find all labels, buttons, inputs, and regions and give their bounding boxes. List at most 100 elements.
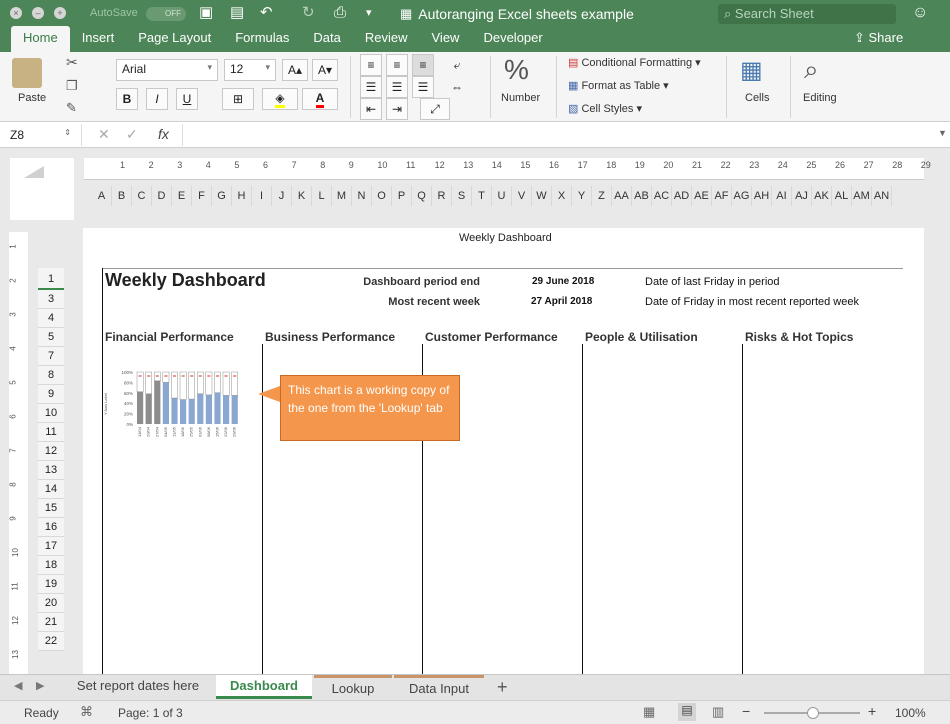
section-risks[interactable]: Risks & Hot Topics: [745, 330, 853, 344]
column-header[interactable]: H: [232, 186, 252, 206]
section-customer[interactable]: Customer Performance: [425, 330, 558, 344]
row-header[interactable]: 7: [38, 347, 64, 366]
select-all-corner[interactable]: [10, 158, 74, 220]
column-header[interactable]: B: [112, 186, 132, 206]
recent-week-value[interactable]: 27 April 2018: [531, 296, 592, 307]
font-size-select[interactable]: 12 ▾: [224, 59, 276, 81]
row-header[interactable]: 9: [38, 385, 64, 404]
recent-week-note[interactable]: Date of Friday in most recent reported w…: [645, 296, 859, 308]
borders-button[interactable]: ⊞: [222, 88, 254, 110]
tab-insert[interactable]: Insert: [70, 26, 127, 52]
section-business[interactable]: Business Performance: [265, 330, 395, 344]
enter-icon[interactable]: ✓: [126, 126, 138, 143]
cells-button[interactable]: Cells: [745, 92, 769, 104]
save-icon[interactable]: ▤: [230, 4, 244, 22]
insert-function-button[interactable]: fx: [158, 126, 169, 142]
column-header[interactable]: AI: [772, 186, 792, 206]
period-end-value[interactable]: 29 June 2018: [532, 276, 594, 287]
column-header[interactable]: Q: [412, 186, 432, 206]
column-header[interactable]: K: [292, 186, 312, 206]
minimize-window-button[interactable]: –: [32, 7, 44, 19]
fill-color-button[interactable]: ◈: [262, 88, 298, 110]
column-header[interactable]: L: [312, 186, 332, 206]
row-header[interactable]: 10: [38, 404, 64, 423]
column-header[interactable]: P: [392, 186, 412, 206]
normal-view-icon[interactable]: ▦: [643, 704, 655, 720]
macro-record-icon[interactable]: ⌘: [80, 704, 93, 720]
column-header[interactable]: N: [352, 186, 372, 206]
column-header[interactable]: AG: [732, 186, 752, 206]
autosave-toggle[interactable]: OFF: [146, 7, 186, 21]
formula-input[interactable]: [182, 124, 922, 146]
sheet-title[interactable]: Weekly Dashboard: [105, 270, 266, 291]
column-header[interactable]: AJ: [792, 186, 812, 206]
column-header[interactable]: J: [272, 186, 292, 206]
align-left-button[interactable]: ☰: [360, 76, 382, 98]
align-center-button[interactable]: ☰: [386, 76, 408, 98]
align-middle-button[interactable]: ≡: [386, 54, 408, 76]
decrease-indent-button[interactable]: ⇤: [360, 98, 382, 120]
editing-button[interactable]: Editing: [803, 92, 837, 104]
tab-formulas[interactable]: Formulas: [223, 26, 301, 52]
scroll-left-icon[interactable]: ◀: [14, 679, 22, 692]
column-header[interactable]: V: [512, 186, 532, 206]
column-header[interactable]: X: [552, 186, 572, 206]
tab-review[interactable]: Review: [353, 26, 420, 52]
column-header[interactable]: S: [452, 186, 472, 206]
font-name-select[interactable]: Arial ▾: [116, 59, 218, 81]
number-format-button[interactable]: Number: [501, 92, 540, 104]
column-header[interactable]: W: [532, 186, 552, 206]
column-header[interactable]: F: [192, 186, 212, 206]
row-header[interactable]: 17: [38, 537, 64, 556]
column-header[interactable]: R: [432, 186, 452, 206]
italic-button[interactable]: I: [146, 88, 168, 110]
smiley-feedback-icon[interactable]: ☺: [912, 4, 928, 22]
decrease-font-button[interactable]: A ▾: [312, 59, 338, 81]
callout-note[interactable]: This chart is a working copy of the one …: [280, 375, 460, 441]
row-header[interactable]: 21: [38, 613, 64, 632]
row-header[interactable]: 13: [38, 461, 64, 480]
row-header[interactable]: 12: [38, 442, 64, 461]
tab-home[interactable]: Home: [11, 26, 70, 52]
tab-data[interactable]: Data: [301, 26, 352, 52]
underline-button[interactable]: U: [176, 88, 198, 110]
paste-icon[interactable]: [12, 58, 42, 88]
undo-icon[interactable]: ↶: [260, 4, 273, 22]
column-header[interactable]: C: [132, 186, 152, 206]
column-header[interactable]: AM: [852, 186, 872, 206]
column-header[interactable]: AD: [672, 186, 692, 206]
percent-icon[interactable]: %: [504, 54, 529, 86]
column-header[interactable]: AL: [832, 186, 852, 206]
row-header[interactable]: 15: [38, 499, 64, 518]
period-end-label[interactable]: Dashboard period end: [363, 276, 480, 288]
close-window-button[interactable]: ×: [10, 7, 22, 19]
page-layout-view-icon[interactable]: ▤: [678, 703, 696, 721]
print-icon[interactable]: ⎙: [334, 4, 346, 22]
zoom-window-button[interactable]: +: [54, 7, 66, 19]
row-header[interactable]: 19: [38, 575, 64, 594]
column-header[interactable]: AK: [812, 186, 832, 206]
column-header[interactable]: AC: [652, 186, 672, 206]
column-header[interactable]: I: [252, 186, 272, 206]
increase-font-button[interactable]: A ▴: [282, 59, 308, 81]
row-header[interactable]: 4: [38, 309, 64, 328]
tab-view[interactable]: View: [420, 26, 472, 52]
align-top-button[interactable]: ≡: [360, 54, 382, 76]
column-header[interactable]: A: [84, 186, 112, 206]
sheet-tab-dashboard[interactable]: Dashboard: [216, 675, 312, 699]
scroll-right-icon[interactable]: ▶: [36, 679, 44, 692]
cancel-icon[interactable]: ✕: [98, 126, 110, 143]
column-header[interactable]: AB: [632, 186, 652, 206]
page-break-view-icon[interactable]: ▥: [712, 704, 724, 720]
bold-button[interactable]: B: [116, 88, 138, 110]
column-header[interactable]: G: [212, 186, 232, 206]
row-header[interactable]: 14: [38, 480, 64, 499]
section-people[interactable]: People & Utilisation: [585, 330, 698, 344]
add-sheet-button[interactable]: +: [497, 677, 508, 698]
recent-week-label[interactable]: Most recent week: [388, 296, 480, 308]
row-header[interactable]: 3: [38, 290, 64, 309]
customize-toolbar-icon[interactable]: ▾: [366, 4, 372, 22]
sidebar-icon[interactable]: ▣: [199, 4, 213, 22]
period-end-note[interactable]: Date of last Friday in period: [645, 276, 780, 288]
merge-center-icon[interactable]: ⇔: [446, 76, 468, 98]
